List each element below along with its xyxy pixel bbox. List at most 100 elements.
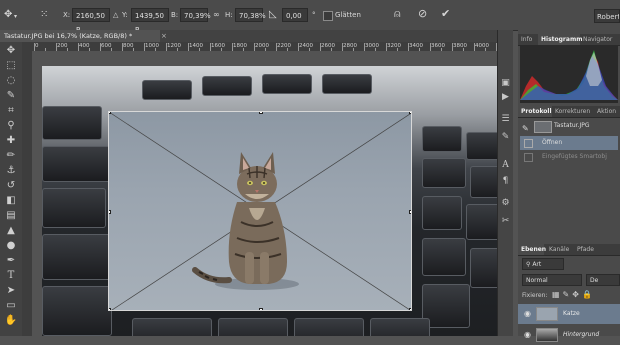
- opacity-dropdown[interactable]: De: [586, 274, 620, 286]
- properties-panel-icon[interactable]: ☰: [500, 114, 511, 125]
- snapshot-label: Tastatur.JPG: [554, 122, 590, 129]
- crop-tool-icon[interactable]: ⌗: [4, 104, 18, 118]
- ruler-tick-label: 1000: [145, 43, 159, 49]
- quick-select-tool-icon[interactable]: ✎: [4, 89, 18, 103]
- layer-row-katze[interactable]: ◉ Katze: [518, 304, 620, 324]
- hand-tool-icon[interactable]: ✋: [4, 314, 18, 328]
- transform-handle-top[interactable]: [259, 112, 263, 114]
- type-tool-icon[interactable]: T: [4, 269, 18, 283]
- x-position-field[interactable]: 2160,50 P: [72, 8, 110, 34]
- preset-dropdown-icon[interactable]: ▾: [14, 12, 17, 22]
- tab-adjustments[interactable]: Korrekturen: [552, 106, 594, 117]
- blend-mode-dropdown[interactable]: Normal: [522, 274, 582, 286]
- ruler-tick-mark: [188, 43, 189, 51]
- document-tab[interactable]: Tastatur.JPG bei 16,7% (Katze, RGB/8) *: [0, 30, 160, 42]
- link-icon[interactable]: ∞: [213, 10, 220, 20]
- cat-photo: [109, 112, 411, 310]
- tab-info[interactable]: Info: [518, 34, 538, 45]
- healing-brush-tool-icon[interactable]: ✚: [4, 134, 18, 148]
- dodge-tool-icon[interactable]: ●: [4, 239, 18, 253]
- move-tool-icon[interactable]: ✥: [4, 44, 18, 58]
- clone-source-icon[interactable]: ✂: [500, 216, 511, 227]
- collapsed-panel-dock: ▣ ▶ ☰ ✎ A ¶ ⚙ ✂: [497, 30, 513, 336]
- ruler-tick-label: 1800: [233, 43, 247, 49]
- lasso-tool-icon[interactable]: ◌: [4, 74, 18, 88]
- ruler-tick-label: 1200: [167, 43, 181, 49]
- workspace-switcher[interactable]: Roberts: [594, 9, 620, 23]
- histogram-graph: [520, 46, 618, 103]
- move-tool-preset-icon[interactable]: ✥: [4, 10, 12, 20]
- history-snapshot[interactable]: ✎ Tastatur.JPG: [520, 118, 618, 134]
- ruler-tick-label: 2000: [255, 43, 269, 49]
- history-step-icon: [524, 153, 533, 162]
- transform-handle-bottom[interactable]: [259, 308, 263, 310]
- ruler-tick-mark: [430, 43, 431, 51]
- tab-navigator[interactable]: Navigator: [580, 34, 616, 45]
- canvas-area[interactable]: [32, 51, 510, 336]
- tab-layers[interactable]: Ebenen: [518, 244, 546, 255]
- height-field[interactable]: 70,38%: [235, 8, 266, 22]
- ruler-tick-label: 1600: [211, 43, 225, 49]
- transform-handle-bottom-right[interactable]: [409, 308, 411, 310]
- right-panel-column: Info Histogramm Navigator Protokoll Korr…: [518, 30, 620, 342]
- cancel-transform-icon[interactable]: ⊘: [418, 8, 427, 19]
- transform-handle-bottom-left[interactable]: [109, 308, 111, 310]
- tab-channels[interactable]: Kanäle: [546, 244, 572, 255]
- gradient-tool-icon[interactable]: ▤: [4, 209, 18, 223]
- tab-histogram[interactable]: Histogramm: [538, 34, 582, 45]
- ruler-tick-mark: [56, 43, 57, 51]
- warp-icon[interactable]: ⍝: [394, 8, 401, 19]
- marquee-tool-icon[interactable]: ⬚: [4, 59, 18, 73]
- transform-handle-right[interactable]: [409, 210, 411, 214]
- transform-handle-top-right[interactable]: [409, 112, 411, 114]
- ruler-tick-mark: [320, 43, 321, 51]
- paragraph-panel-icon[interactable]: ¶: [500, 176, 511, 187]
- history-item-placed[interactable]: Eingefügtes Smartobj: [520, 150, 618, 164]
- eraser-tool-icon[interactable]: ◧: [4, 194, 18, 208]
- cat-smart-object[interactable]: [108, 111, 412, 311]
- history-brush-tool-icon[interactable]: ↺: [4, 179, 18, 193]
- history-item-open[interactable]: Öffnen: [520, 136, 618, 150]
- shape-tool-icon[interactable]: ▭: [4, 299, 18, 313]
- tab-paths[interactable]: Pfade: [574, 244, 600, 255]
- visibility-eye-icon[interactable]: ◉: [524, 325, 531, 345]
- pen-tool-icon[interactable]: ✒: [4, 254, 18, 268]
- ruler-tick-mark: [364, 43, 365, 51]
- layer-filter-dropdown[interactable]: ⚲ Art: [522, 258, 564, 270]
- tool-presets-icon[interactable]: ⚙: [500, 198, 511, 209]
- reference-point-icon[interactable]: ⁙: [40, 10, 48, 20]
- tab-history[interactable]: Protokoll: [518, 106, 552, 117]
- tools-panel: ✥ ⬚ ◌ ✎ ⌗ ⚲ ✚ ✏ ⚓ ↺ ◧ ▤ ▲ ● ✒ T ➤ ▭ ✋: [0, 42, 23, 336]
- transform-handle-left[interactable]: [109, 210, 111, 214]
- relative-position-icon[interactable]: △: [113, 10, 118, 20]
- visibility-eye-icon[interactable]: ◉: [524, 304, 531, 324]
- angle-field[interactable]: 0,00: [282, 8, 308, 22]
- character-panel-icon[interactable]: A: [500, 160, 511, 171]
- brush-tool-icon[interactable]: ✏: [4, 149, 18, 163]
- ruler-tick-label: 3000: [365, 43, 379, 49]
- history-panel-icon[interactable]: ▣: [500, 78, 511, 89]
- width-field[interactable]: 70,39%: [180, 8, 211, 22]
- clone-stamp-tool-icon[interactable]: ⚓: [4, 164, 18, 178]
- brush-panel-icon[interactable]: ✎: [500, 132, 511, 143]
- antialias-label: Glätten: [335, 11, 361, 19]
- ruler-tick-label: 400: [79, 43, 90, 49]
- ruler-tick-label: 800: [123, 43, 134, 49]
- eyedropper-tool-icon[interactable]: ⚲: [4, 119, 18, 133]
- ruler-origin[interactable]: [22, 42, 32, 51]
- blur-tool-icon[interactable]: ▲: [4, 224, 18, 238]
- path-selection-tool-icon[interactable]: ➤: [4, 284, 18, 298]
- layer-name: Hintergrund: [563, 331, 600, 338]
- commit-transform-icon[interactable]: ✔: [441, 8, 450, 19]
- ruler-tick-mark: [100, 43, 101, 51]
- filter-label: Art: [532, 261, 542, 268]
- y-position-field[interactable]: 1439,50 P: [131, 8, 169, 34]
- layer-row-hintergrund[interactable]: ◉ Hintergrund: [518, 325, 620, 345]
- tab-actions[interactable]: Aktion: [594, 106, 620, 117]
- close-tab-icon[interactable]: ×: [161, 30, 167, 42]
- actions-panel-icon[interactable]: ▶: [500, 92, 511, 103]
- antialias-checkbox[interactable]: [323, 11, 333, 21]
- transform-handle-top-left[interactable]: [109, 112, 111, 114]
- history-tab-row: Protokoll Korrekturen Aktion: [518, 106, 620, 118]
- lock-icons[interactable]: ▦✎✥🔒: [552, 290, 595, 299]
